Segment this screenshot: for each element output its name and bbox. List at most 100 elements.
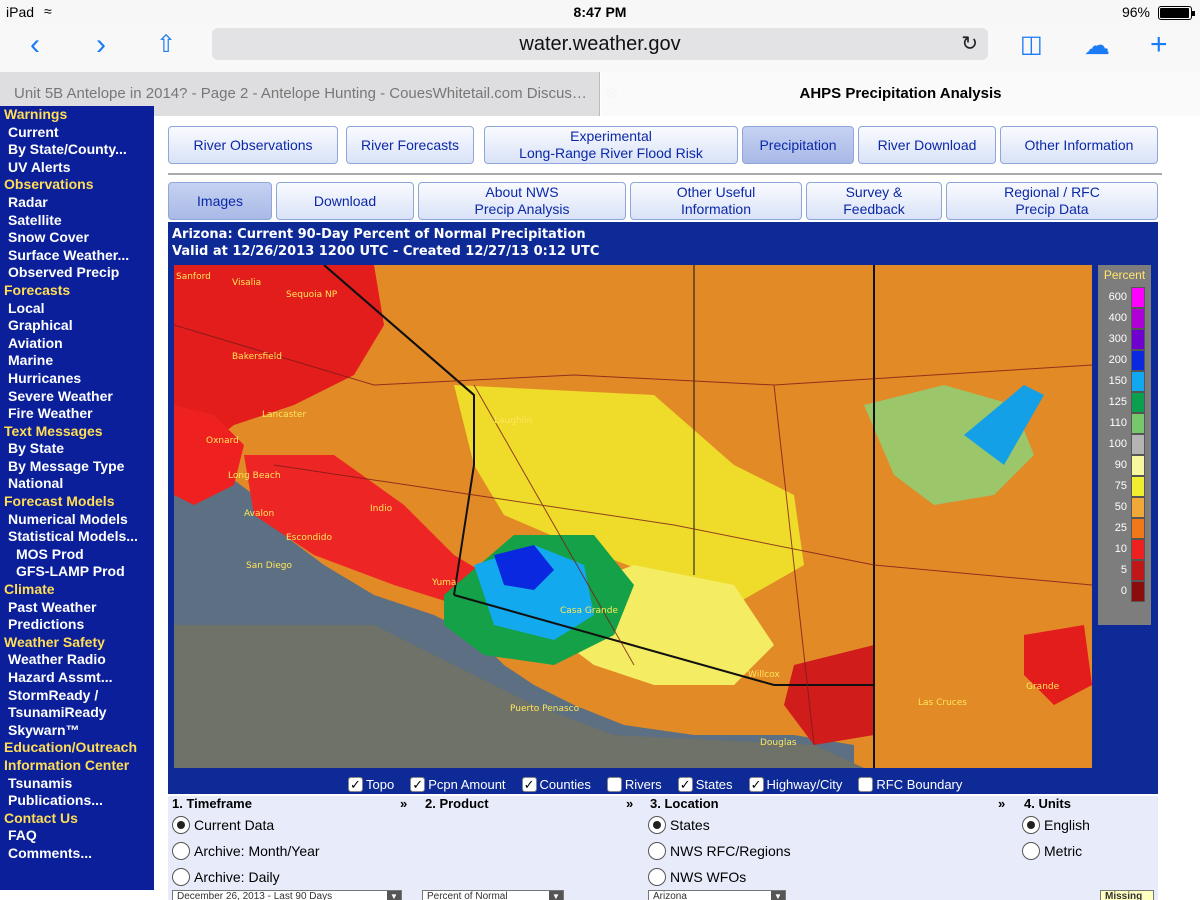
sidebar-section-heading[interactable]: Education/Outreach — [0, 739, 154, 757]
sidebar-section-heading[interactable]: Climate — [0, 581, 154, 599]
sidebar-link[interactable]: National — [0, 475, 154, 493]
precip-map[interactable]: Sanford Visalia Sequoia NP Bakersfield Oxn… — [174, 265, 1092, 768]
sidebar-section-heading[interactable]: Contact Us — [0, 810, 154, 828]
sub-nav-tab[interactable]: Images — [168, 182, 272, 220]
units-radio[interactable]: English — [1022, 816, 1090, 834]
sidebar-link[interactable]: Aviation — [0, 335, 154, 353]
overlay-option[interactable]: ✓ Counties — [521, 774, 591, 794]
sidebar-link[interactable]: Tsunamis — [0, 775, 154, 793]
checkbox[interactable]: ✓ — [677, 776, 693, 792]
sidebar-link[interactable]: Current — [0, 124, 154, 142]
sub-nav-tab[interactable]: Regional / RFC Precip Data — [946, 182, 1158, 220]
sidebar-link[interactable]: Hazard Assmt... — [0, 669, 154, 687]
overlay-option[interactable]: ✓ Highway/City — [748, 774, 842, 794]
back-icon[interactable]: ‹ — [30, 30, 40, 60]
reload-icon[interactable]: ↻ — [961, 28, 978, 60]
location-radio[interactable]: NWS RFC/Regions — [648, 842, 791, 860]
sidebar-link[interactable]: Skywarn™ — [0, 722, 154, 740]
timeframe-radio[interactable]: Current Data — [172, 816, 274, 834]
timeframe-expand[interactable]: » — [400, 796, 407, 811]
sidebar-link[interactable]: FAQ — [0, 827, 154, 845]
main-nav-tab[interactable]: River Forecasts — [346, 126, 474, 164]
sidebar-link[interactable]: Fire Weather — [0, 405, 154, 423]
location-expand[interactable]: » — [998, 796, 1005, 811]
sidebar-link[interactable]: Radar — [0, 194, 154, 212]
sidebar-link[interactable]: By State — [0, 440, 154, 458]
overlay-option[interactable]: RFC Boundary — [858, 774, 962, 794]
radio-button[interactable] — [1022, 816, 1040, 834]
address-bar[interactable]: water.weather.gov ↻ — [212, 28, 988, 60]
sidebar-link[interactable]: StormReady / — [0, 687, 154, 705]
sidebar-link[interactable]: Snow Cover — [0, 229, 154, 247]
radio-button[interactable] — [172, 816, 190, 834]
sidebar-link[interactable]: UV Alerts — [0, 159, 154, 177]
radio-button[interactable] — [172, 868, 190, 886]
sidebar-section-heading[interactable]: Forecast Models — [0, 493, 154, 511]
sidebar-link[interactable]: Local — [0, 300, 154, 318]
main-nav-tab[interactable]: Experimental Long-Range River Flood Risk — [484, 126, 738, 164]
sidebar-link[interactable]: Severe Weather — [0, 388, 154, 406]
checkbox[interactable] — [606, 776, 622, 792]
checkbox[interactable]: ✓ — [348, 776, 363, 792]
overlay-option[interactable]: ✓ Topo — [348, 774, 394, 794]
sidebar-section-heading[interactable]: Information Center — [0, 757, 154, 775]
sidebar-link[interactable]: By Message Type — [0, 458, 154, 476]
sidebar-link[interactable]: Graphical — [0, 317, 154, 335]
bookmarks-icon[interactable]: ◫ — [1020, 30, 1043, 60]
timeframe-radio[interactable]: Archive: Month/Year — [172, 842, 320, 860]
sidebar-link[interactable]: Statistical Models... — [0, 528, 154, 546]
radio-button[interactable] — [648, 816, 666, 834]
tab-ahps[interactable]: AHPS Precipitation Analysis — [601, 72, 1200, 116]
checkbox[interactable]: ✓ — [748, 776, 764, 792]
sidebar-link[interactable]: Past Weather — [0, 599, 154, 617]
overlay-option[interactable]: ✓ States — [677, 774, 733, 794]
sidebar-link[interactable]: GFS-LAMP Prod — [0, 563, 154, 581]
sub-nav-tab[interactable]: Survey & Feedback — [806, 182, 942, 220]
sub-nav-tab[interactable]: About NWS Precip Analysis — [418, 182, 626, 220]
checkbox[interactable]: ✓ — [521, 776, 537, 792]
sidebar-link[interactable]: Predictions — [0, 616, 154, 634]
units-radio[interactable]: Metric — [1022, 842, 1082, 860]
main-nav-tab[interactable]: River Download — [858, 126, 996, 164]
sidebar-section-heading[interactable]: Warnings — [0, 106, 154, 124]
sidebar-link[interactable]: Publications... — [0, 792, 154, 810]
sidebar-link[interactable]: Numerical Models — [0, 511, 154, 529]
sub-nav-tab[interactable]: Other Useful Information — [630, 182, 802, 220]
share-icon[interactable]: ⇧ — [156, 30, 176, 60]
sidebar-link[interactable]: Observed Precip — [0, 264, 154, 282]
main-nav-tab[interactable]: Other Information — [1000, 126, 1158, 164]
location-radio[interactable]: NWS WFOs — [648, 868, 746, 886]
sidebar-link[interactable]: TsunamiReady — [0, 704, 154, 722]
product-select[interactable]: Percent of Normal ▼ — [422, 890, 564, 900]
sidebar-section-heading[interactable]: Text Messages — [0, 423, 154, 441]
sidebar-section-heading[interactable]: Weather Safety — [0, 634, 154, 652]
radio-button[interactable] — [648, 842, 666, 860]
sidebar-link[interactable]: Weather Radio — [0, 651, 154, 669]
main-nav-tab[interactable]: Precipitation — [742, 126, 854, 164]
sidebar-link[interactable]: By State/County... — [0, 141, 154, 159]
new-tab-icon[interactable]: + — [1150, 30, 1168, 60]
sidebar-link[interactable]: Satellite — [0, 212, 154, 230]
timeframe-radio[interactable]: Archive: Daily — [172, 868, 280, 886]
location-select[interactable]: Arizona ▼ — [648, 890, 786, 900]
date-select[interactable]: December 26, 2013 - Last 90 Days ▼ — [172, 890, 402, 900]
radio-button[interactable] — [1022, 842, 1040, 860]
icloud-tabs-icon[interactable]: ☁ — [1084, 30, 1110, 60]
overlay-option[interactable]: ✓ Pcpn Amount — [410, 774, 506, 794]
sidebar-section-heading[interactable]: Forecasts — [0, 282, 154, 300]
sub-nav-tab[interactable]: Download — [276, 182, 414, 220]
sidebar-link[interactable]: Comments... — [0, 845, 154, 863]
main-nav-tab[interactable]: River Observations — [168, 126, 338, 164]
checkbox[interactable] — [858, 776, 874, 792]
location-radio[interactable]: States — [648, 816, 710, 834]
product-expand[interactable]: » — [626, 796, 633, 811]
sidebar-link[interactable]: Hurricanes — [0, 370, 154, 388]
sidebar-link[interactable]: Surface Weather... — [0, 247, 154, 265]
radio-button[interactable] — [648, 868, 666, 886]
overlay-option[interactable]: Rivers — [606, 774, 662, 794]
sidebar-section-heading[interactable]: Observations — [0, 176, 154, 194]
checkbox[interactable]: ✓ — [410, 776, 426, 792]
radio-button[interactable] — [172, 842, 190, 860]
sidebar-link[interactable]: MOS Prod — [0, 546, 154, 564]
sidebar-link[interactable]: Marine — [0, 352, 154, 370]
